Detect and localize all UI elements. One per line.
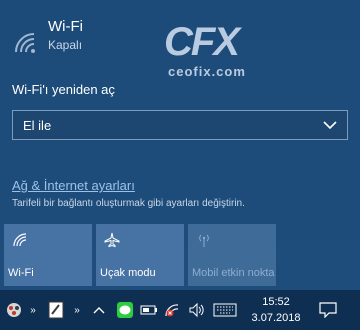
dropdown-value: El ile <box>23 117 52 133</box>
keyboard-icon[interactable] <box>212 300 238 320</box>
wifi-icon <box>15 33 35 53</box>
network-flyout: Wi-Fi Kapalı CFX ceofix.com Wi-Fi'ı yeni… <box>0 0 360 290</box>
tile-label: Mobil etkin nokta <box>192 267 275 279</box>
reopen-dropdown[interactable]: El ile <box>12 110 348 140</box>
airplane-icon <box>104 232 120 248</box>
hotspot-icon <box>199 234 209 247</box>
taskbar-clock[interactable]: 15:52 3.07.2018 <box>246 294 306 326</box>
taskbar: » » 15:52 3.07.2018 <box>0 290 360 330</box>
network-settings-link[interactable]: Ağ & İnternet ayarları <box>12 178 135 193</box>
network-settings-description: Tarifeli bir bağlantı oluşturmak gibi ay… <box>12 198 245 209</box>
show-hidden-icon[interactable] <box>92 300 106 320</box>
logo-text: CFX <box>164 20 240 64</box>
quick-actions: Wi-Fi Uçak modu Mobil etkin nokta <box>4 224 276 286</box>
reopen-label: Wi-Fi'ı yeniden aç <box>12 82 115 97</box>
tile-mobile-hotspot[interactable]: Mobil etkin nokta <box>188 224 276 286</box>
watermark-logo: CFX ceofix.com <box>160 20 270 82</box>
tile-airplane-mode[interactable]: Uçak modu <box>96 224 184 286</box>
chevron-icon[interactable]: » <box>70 300 84 320</box>
action-center-icon[interactable] <box>318 300 338 320</box>
line-icon[interactable] <box>116 300 134 320</box>
tile-wifi[interactable]: Wi-Fi <box>4 224 92 286</box>
wifi-state: Kapalı <box>48 38 83 52</box>
network-off-icon[interactable] <box>164 300 182 320</box>
tile-label: Uçak modu <box>100 267 156 279</box>
battery-icon[interactable] <box>140 300 158 320</box>
volume-icon[interactable] <box>188 300 206 320</box>
wifi-status: Wi-Fi Kapalı <box>12 18 83 56</box>
app-icon[interactable] <box>46 300 66 320</box>
chevron-down-icon <box>323 121 337 130</box>
clock-time: 15:52 <box>262 296 290 308</box>
app-icon[interactable] <box>4 300 24 320</box>
wifi-icon <box>13 233 27 247</box>
wifi-title: Wi-Fi <box>48 18 83 35</box>
chevron-icon[interactable]: » <box>26 300 40 320</box>
tile-label: Wi-Fi <box>8 267 34 279</box>
clock-date: 3.07.2018 <box>251 312 301 324</box>
logo-subtext: ceofix.com <box>168 64 246 79</box>
